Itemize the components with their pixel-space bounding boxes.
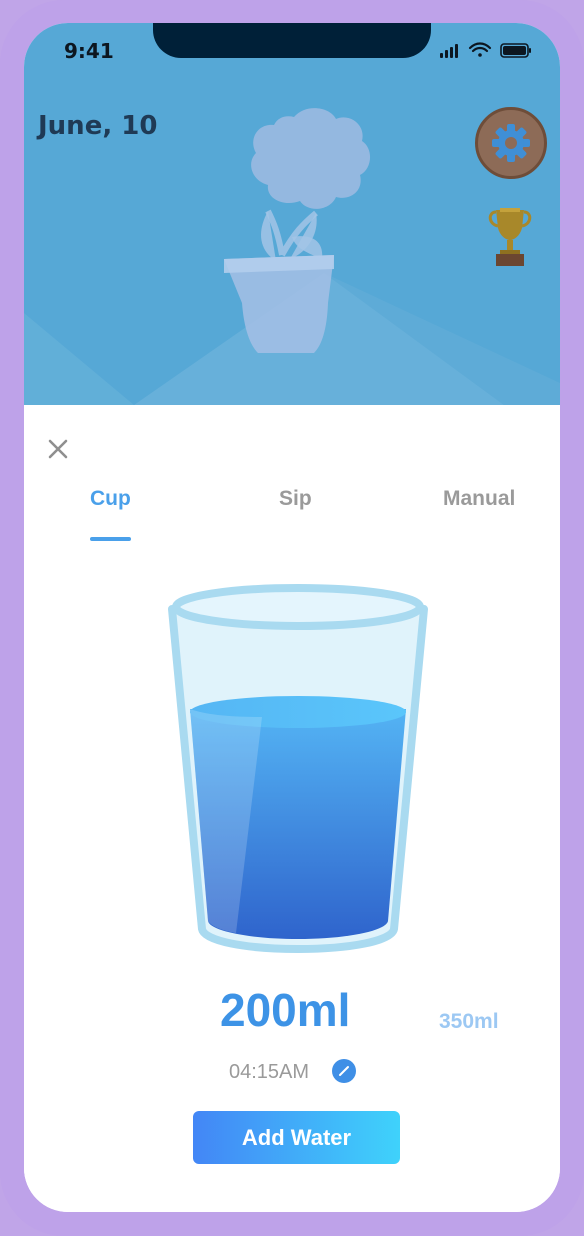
gear-icon bbox=[492, 124, 530, 162]
tab-cup[interactable]: Cup bbox=[90, 487, 131, 511]
signal-icon bbox=[440, 44, 458, 58]
tab-sip[interactable]: Sip bbox=[279, 487, 312, 511]
edit-time-button[interactable] bbox=[332, 1059, 356, 1083]
active-tab-indicator bbox=[90, 537, 131, 541]
phone-frame: 9:41 June, 10 Cup Sip Manual 200ml 350ml… bbox=[0, 0, 584, 1236]
battery-icon bbox=[500, 43, 531, 58]
settings-button[interactable] bbox=[475, 107, 547, 179]
add-water-button[interactable]: Add Water bbox=[193, 1111, 400, 1164]
edit-pencil-icon bbox=[339, 1066, 349, 1076]
close-icon bbox=[48, 439, 68, 459]
trophy-icon[interactable] bbox=[488, 206, 532, 268]
phone-notch bbox=[153, 23, 431, 58]
entry-time: 04:15AM bbox=[229, 1061, 310, 1083]
status-time: 9:41 bbox=[64, 39, 114, 63]
header-area: 9:41 June, 10 bbox=[24, 23, 560, 405]
wifi-icon bbox=[468, 42, 492, 57]
tab-manual[interactable]: Manual bbox=[443, 487, 515, 511]
status-icons bbox=[440, 42, 531, 58]
add-water-sheet: Cup Sip Manual 200ml 350ml 04:15AM Add W… bbox=[24, 405, 560, 1212]
selected-amount: 200ml bbox=[220, 984, 351, 1036]
water-glass-illustration[interactable] bbox=[168, 577, 428, 957]
alternate-amount[interactable]: 350ml bbox=[439, 1010, 499, 1034]
app-screen: 9:41 June, 10 Cup Sip Manual 200ml 350ml… bbox=[24, 23, 560, 1212]
date-label: June, 10 bbox=[38, 111, 158, 141]
close-button[interactable] bbox=[44, 435, 72, 463]
